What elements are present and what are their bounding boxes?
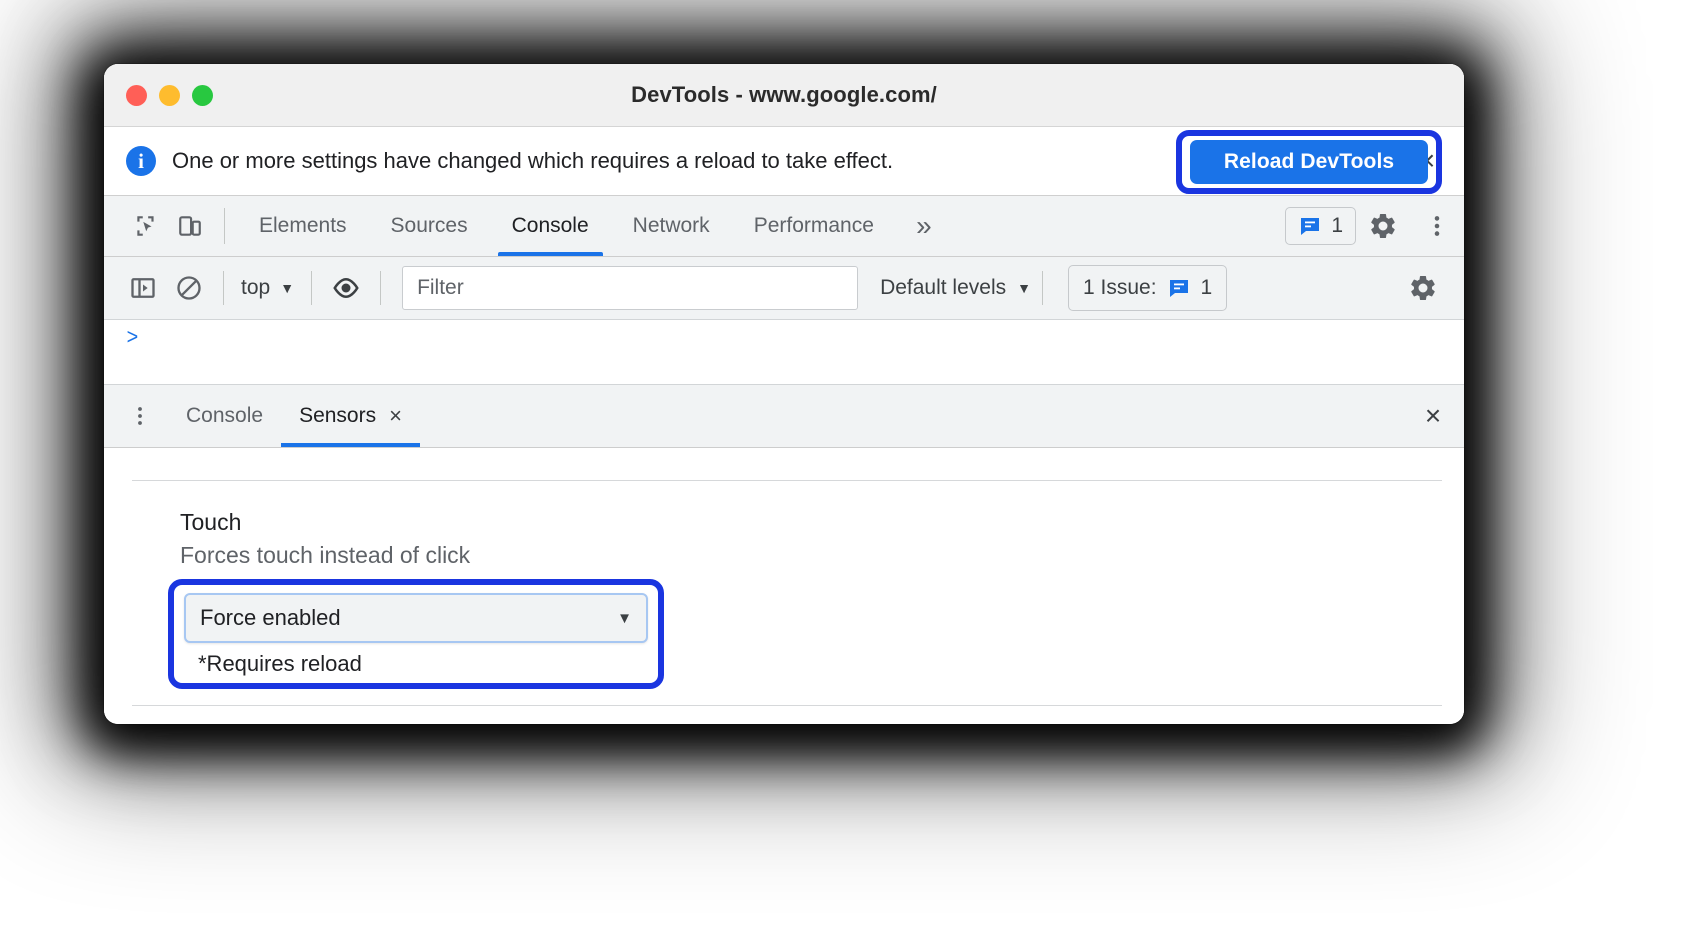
issues-summary-button[interactable]: 1 Issue: 1 [1067, 265, 1228, 311]
more-tabs-icon[interactable]: » [896, 196, 952, 256]
maximize-window-button[interactable] [192, 84, 213, 106]
filterbar-divider-2 [311, 271, 313, 305]
drawer-tab-console[interactable]: Console [168, 385, 281, 447]
tabstrip-right-actions: 1 [1285, 196, 1464, 256]
issue-message-icon [1298, 214, 1322, 238]
tab-label: Network [632, 214, 710, 237]
execution-context-label: top [241, 276, 271, 299]
more-vertical-icon[interactable] [1410, 196, 1464, 256]
log-levels-label: Default levels [880, 276, 1007, 299]
screenshot-root: DevTools - www.google.com/ i One or more… [0, 0, 1698, 936]
settings-changed-banner: i One or more settings have changed whic… [104, 127, 1464, 196]
tab-label: Sources [390, 214, 468, 237]
console-message-area[interactable]: > [104, 320, 1464, 385]
drawer-tab-label: Console [186, 404, 264, 427]
close-window-button[interactable] [126, 84, 147, 106]
panel-tabs: Elements Sources Console Network Perform… [237, 196, 896, 256]
toolbar-divider [224, 208, 225, 244]
sensors-panel: Touch Forces touch instead of click Forc… [104, 448, 1464, 724]
console-prompt-caret: > [126, 324, 139, 349]
filterbar-divider-3 [380, 271, 382, 305]
tab-label: Elements [259, 214, 347, 237]
issues-count: 1 [1331, 214, 1343, 237]
filter-input[interactable] [402, 266, 859, 310]
drawer-tab-bar: Console Sensors × × [104, 385, 1464, 448]
filterbar-divider [223, 271, 224, 305]
live-expression-icon[interactable] [323, 265, 369, 311]
devtools-window: DevTools - www.google.com/ i One or more… [104, 64, 1464, 724]
chevron-down-icon: ▼ [280, 280, 295, 296]
title-bar: DevTools - www.google.com/ [104, 64, 1464, 127]
touch-requires-reload-note: *Requires reload [198, 651, 362, 676]
touch-select[interactable]: Force enabled ▼ [184, 593, 648, 643]
tab-console[interactable]: Console [490, 196, 611, 256]
close-icon[interactable]: × [389, 405, 402, 427]
info-icon: i [126, 146, 156, 176]
touch-select-highlight: Force enabled ▼ *Requires reload [168, 579, 664, 689]
execution-context-selector[interactable]: top ▼ [235, 276, 300, 300]
close-drawer-icon[interactable]: × [1402, 385, 1464, 447]
minimize-window-button[interactable] [159, 84, 180, 106]
tab-sources[interactable]: Sources [369, 196, 490, 256]
filterbar-divider-4 [1041, 271, 1043, 305]
log-levels-selector[interactable]: Default levels ▼ [880, 276, 1031, 300]
gear-icon[interactable] [1356, 196, 1410, 256]
tab-elements[interactable]: Elements [237, 196, 369, 256]
touch-section: Touch Forces touch instead of click Forc… [104, 481, 1464, 689]
touch-select-value: Force enabled [200, 605, 341, 630]
reload-devtools-highlight: Reload DevTools [1176, 130, 1442, 194]
issue-message-icon [1167, 276, 1191, 300]
drawer-tab-label: Sensors [299, 404, 377, 427]
issues-counter-button[interactable]: 1 [1285, 207, 1356, 245]
tab-label: Console [511, 214, 589, 237]
more-vertical-icon[interactable] [112, 385, 168, 447]
issues-summary-count: 1 [1200, 276, 1213, 299]
inspect-cursor-icon[interactable] [124, 196, 168, 256]
clear-console-icon[interactable] [166, 265, 212, 311]
console-sidebar-icon[interactable] [120, 265, 166, 311]
devtools-tab-strip: Elements Sources Console Network Perform… [104, 196, 1464, 257]
drawer-tab-sensors[interactable]: Sensors × [281, 385, 420, 447]
chevron-down-icon: ▼ [1017, 280, 1031, 296]
tab-label: Performance [753, 214, 874, 237]
touch-title: Touch [180, 509, 242, 535]
issues-summary-label: 1 Issue: [1082, 276, 1157, 299]
touch-description: Forces touch instead of click [180, 542, 471, 568]
chevron-down-icon: ▼ [617, 609, 632, 627]
device-toolbar-icon[interactable] [168, 196, 212, 256]
console-filter-bar: top ▼ Default levels ▼ 1 Issue: [104, 257, 1464, 320]
window-title: DevTools - www.google.com/ [631, 82, 937, 107]
sensors-bottom-divider [132, 705, 1442, 706]
banner-message: One or more settings have changed which … [172, 148, 894, 173]
tab-network[interactable]: Network [611, 196, 732, 256]
traffic-lights [126, 84, 213, 106]
tab-performance[interactable]: Performance [732, 196, 896, 256]
reload-devtools-button[interactable]: Reload DevTools [1190, 140, 1428, 184]
gear-icon[interactable] [1400, 265, 1446, 311]
